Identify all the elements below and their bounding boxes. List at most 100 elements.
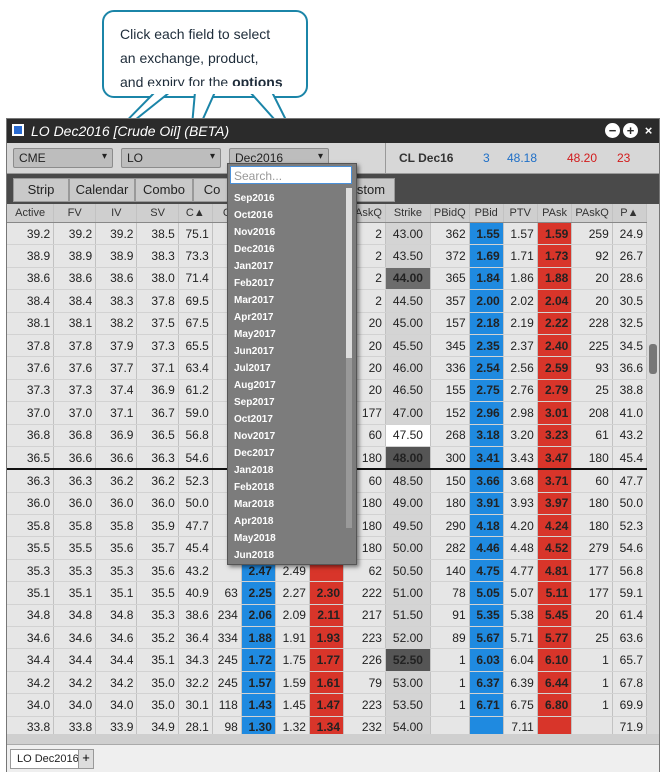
expiry-option[interactable]: Mar2017: [234, 292, 344, 309]
table-cell[interactable]: 52.3: [178, 469, 213, 493]
table-cell[interactable]: [571, 716, 613, 734]
table-cell[interactable]: 37.3: [136, 334, 179, 358]
table-cell[interactable]: 4.77: [503, 559, 538, 583]
table-cell[interactable]: 4.75: [469, 559, 504, 583]
table-cell[interactable]: 35.0: [136, 671, 179, 695]
table-cell[interactable]: 3.66: [469, 469, 504, 493]
dropdown-scroll-thumb[interactable]: [346, 188, 352, 358]
table-cell[interactable]: 36.3: [7, 469, 55, 493]
table-cell[interactable]: 3.18: [469, 424, 504, 447]
table-cell[interactable]: 35.3: [136, 604, 179, 628]
table-cell[interactable]: 37.9: [95, 334, 138, 358]
table-cell[interactable]: 28.6: [612, 267, 647, 291]
table-cell[interactable]: 41.0: [612, 401, 647, 425]
table-cell[interactable]: 180: [571, 446, 613, 471]
table-cell[interactable]: 5.07: [503, 581, 538, 605]
table-cell[interactable]: 208: [571, 401, 613, 425]
table-cell[interactable]: 1.59: [537, 222, 573, 246]
table-cell[interactable]: 1.75: [275, 648, 310, 672]
table-cell[interactable]: 46.50: [385, 379, 431, 403]
table-cell[interactable]: 226: [343, 648, 386, 672]
table-cell[interactable]: 20: [571, 267, 613, 291]
table-cell[interactable]: 357: [430, 289, 470, 313]
table-cell[interactable]: 2.35: [469, 334, 504, 358]
table-cell[interactable]: 2.25: [241, 581, 276, 605]
table-cell[interactable]: 30.5: [612, 289, 647, 313]
table-cell[interactable]: 2.22: [537, 312, 573, 335]
table-cell[interactable]: 38.6: [178, 604, 213, 628]
table-cell[interactable]: 32.5: [612, 312, 647, 335]
table-cell[interactable]: 1.61: [309, 671, 345, 695]
table-cell[interactable]: 3.68: [503, 469, 538, 493]
table-cell[interactable]: 1.93: [309, 626, 345, 650]
table-cell[interactable]: 50.0: [612, 492, 647, 516]
table-cell[interactable]: 279: [571, 536, 613, 560]
table-row[interactable]: 34.6 34.6 34.6 35.2 36.4 334 1.88 1.91 1.93 223 52…: [7, 626, 647, 650]
table-cell[interactable]: 54.6: [178, 446, 213, 471]
table-cell[interactable]: 223: [343, 693, 386, 717]
column-header[interactable]: Active: [7, 204, 55, 223]
expiry-option[interactable]: Dec2016: [234, 241, 344, 258]
table-cell[interactable]: 53.00: [385, 671, 431, 695]
table-cell[interactable]: 33.8: [7, 716, 55, 734]
scroll-thumb[interactable]: [649, 344, 657, 374]
table-cell[interactable]: 2.00: [469, 289, 504, 313]
column-header[interactable]: C▲: [178, 204, 213, 223]
table-cell[interactable]: 6.10: [537, 648, 573, 672]
table-cell[interactable]: 65.7: [612, 648, 647, 672]
table-cell[interactable]: 1.73: [537, 244, 573, 268]
table-cell[interactable]: 38.0: [136, 267, 179, 291]
table-cell[interactable]: 5.71: [503, 626, 538, 650]
table-cell[interactable]: 2.37: [503, 334, 538, 358]
table-cell[interactable]: 362: [430, 222, 470, 246]
table-cell[interactable]: 152: [430, 401, 470, 425]
table-cell[interactable]: 37.3: [53, 379, 97, 403]
expiry-search-input[interactable]: Search...: [230, 166, 352, 184]
table-cell[interactable]: 35.8: [7, 514, 55, 538]
table-cell[interactable]: 38.5: [136, 222, 179, 246]
table-cell[interactable]: 1: [571, 671, 613, 695]
table-cell[interactable]: 69.9: [612, 693, 647, 717]
table-cell[interactable]: 98: [212, 716, 242, 734]
column-header[interactable]: PBidQ: [430, 204, 470, 223]
table-cell[interactable]: 177: [571, 581, 613, 605]
table-cell[interactable]: 34.5: [612, 334, 647, 358]
table-cell[interactable]: 40.9: [178, 581, 213, 605]
expiry-option[interactable]: May2018: [234, 530, 344, 547]
table-cell[interactable]: 225: [571, 334, 613, 358]
exchange-select[interactable]: CME ▾: [13, 148, 113, 168]
table-cell[interactable]: 6.75: [503, 693, 538, 717]
table-cell[interactable]: 2.09: [275, 604, 310, 628]
table-cell[interactable]: 69.5: [178, 289, 213, 313]
table-cell[interactable]: 1: [430, 671, 470, 695]
table-cell[interactable]: 34.4: [7, 648, 55, 672]
table-row[interactable]: 34.4 34.4 34.4 35.1 34.3 245 1.72 1.75 1.77 226 52…: [7, 648, 647, 672]
table-cell[interactable]: 35.6: [136, 559, 179, 583]
table-cell[interactable]: 365: [430, 267, 470, 291]
table-cell[interactable]: 222: [343, 581, 386, 605]
table-cell[interactable]: 1.43: [241, 693, 276, 717]
table-cell[interactable]: 4.46: [469, 536, 504, 560]
table-cell[interactable]: 5.67: [469, 626, 504, 650]
table-cell[interactable]: 75.1: [178, 222, 213, 246]
table-cell[interactable]: 180: [571, 492, 613, 516]
column-header[interactable]: SV: [136, 204, 179, 223]
table-cell[interactable]: 3.71: [537, 469, 573, 493]
table-cell[interactable]: 1.32: [275, 716, 310, 734]
table-cell[interactable]: 51.50: [385, 604, 431, 628]
co-button[interactable]: Co: [193, 178, 231, 202]
table-cell[interactable]: 38.9: [53, 244, 97, 268]
table-cell[interactable]: 37.8: [7, 334, 55, 358]
table-cell[interactable]: 36.6: [95, 446, 138, 471]
table-cell[interactable]: 217: [343, 604, 386, 628]
table-cell[interactable]: 290: [430, 514, 470, 538]
table-cell[interactable]: 79: [343, 671, 386, 695]
table-cell[interactable]: 38.3: [136, 244, 179, 268]
table-cell[interactable]: 52.3: [612, 514, 647, 538]
table-cell[interactable]: 50.50: [385, 559, 431, 583]
table-cell[interactable]: 1.72: [241, 648, 276, 672]
table-cell[interactable]: 38.2: [95, 312, 138, 335]
table-cell[interactable]: 334: [212, 626, 242, 650]
expiry-option[interactable]: Oct2016: [234, 207, 344, 224]
table-cell[interactable]: 44.00: [385, 267, 431, 291]
